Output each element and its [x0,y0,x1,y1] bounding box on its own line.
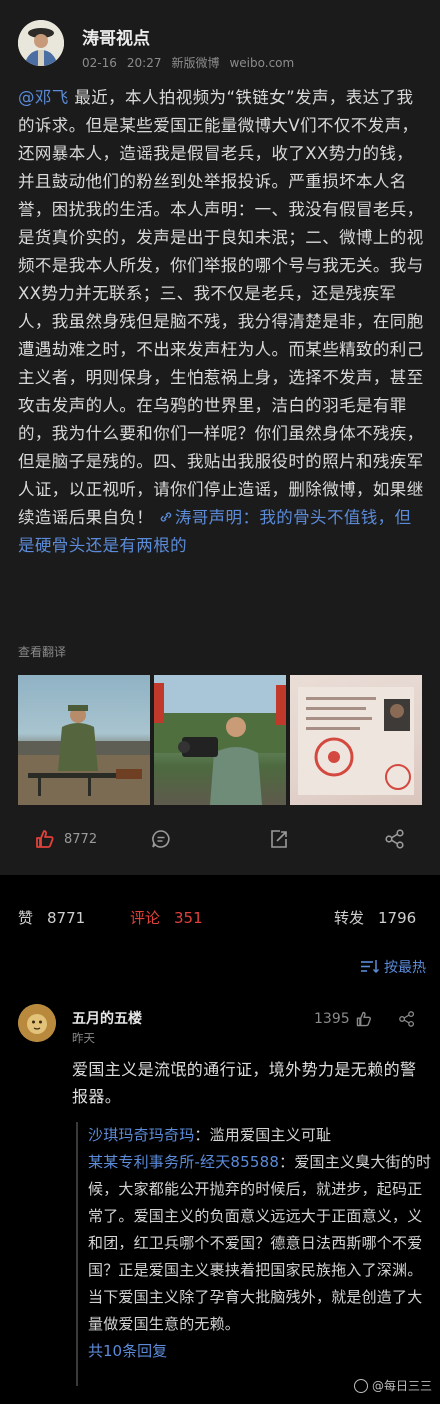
reply-author[interactable]: 沙琪玛奇玛奇玛 [88,1126,194,1144]
repost-button[interactable] [268,826,290,852]
action-bar: 8772 [0,820,440,860]
photo-grid [18,675,422,805]
more-replies-link[interactable]: 共10条回复 [88,1340,432,1361]
comment-button[interactable] [150,826,172,852]
translate-link[interactable]: 查看翻译 [18,643,66,660]
post-source: 新版微博 [171,56,220,70]
comments-label: 评论 [130,909,161,927]
post-meta: 02-16 20:27 新版微博 weibo.com [82,54,304,71]
watermark-text: @每日三三 [371,1379,432,1393]
comment-icon [152,830,170,848]
reply-author[interactable]: 某某专利事务所-经天85588 [88,1153,279,1171]
sort-icon [361,960,380,974]
share-button[interactable] [384,826,406,852]
sort-hot-button[interactable]: 按最热 [360,957,426,977]
comment-time: 昨天 [72,1031,95,1045]
post-date: 02-16 [82,56,117,70]
post-body-text: 最近，本人拍视频为“铁链女”发声，表达了我的诉求。但是某些爱国正能量微博大V们不… [18,88,424,527]
comment-share-button[interactable] [398,1010,416,1032]
commenter-avatar[interactable] [18,1004,56,1042]
comment-like-count: 1395 [314,1011,350,1027]
reply-text: ：滥用爱国主义可耻 [194,1126,332,1144]
weibo-post: 涛哥视点 02-16 20:27 新版微博 weibo.com @邓飞 最近，本人拍视… [0,0,440,875]
sort-label: 按最热 [384,960,426,976]
author-name[interactable]: 涛哥视点 [82,24,150,49]
comments-total: 351 [174,909,203,927]
lion-avatar-icon [18,1004,56,1042]
photo-disabled-veteran-certificate[interactable] [290,675,422,805]
mention-link[interactable]: @邓飞 [18,88,69,107]
commenter-name[interactable]: 五月的五楼 [72,1008,142,1028]
reply-list: 沙琪玛奇玛奇玛：滥用爱国主义可耻 某某专利事务所-经天85588：爱国主义臭大街… [76,1122,432,1386]
reply-text: ：爱国主义臭大街的时候，大家都能公开抛弃的时候后，就进步，起码正常了。爱国主义的… [88,1153,432,1333]
thumbs-up-icon [36,830,54,848]
tab-reposts[interactable]: 转发 1796 [334,907,416,928]
post-domain: weibo.com [229,56,295,70]
photo-man-with-camera[interactable] [154,675,286,805]
tab-likes[interactable]: 赞 8771 [18,907,85,928]
author-avatar[interactable] [18,20,64,66]
reply-item: 沙琪玛奇玛奇玛：滥用爱国主义可耻 [88,1122,432,1149]
post-time: 20:27 [126,56,162,70]
tab-comments[interactable]: 评论 351 [130,907,203,928]
share-icon [399,1011,415,1027]
thumbs-up-icon [356,1011,371,1027]
repost-icon [271,830,287,848]
like-count: 8772 [64,831,98,847]
photo-soldier-with-machine-gun[interactable] [18,675,150,805]
reply-item: 某某专利事务所-经天85588：爱国主义臭大街的时候，大家都能公开抛弃的时候后，… [88,1149,432,1338]
like-button[interactable]: 8772 [34,826,97,852]
reposts-total: 1796 [378,909,417,927]
watermark: @每日三三 [353,1377,432,1394]
likes-total: 8771 [47,909,86,927]
avatar-portrait-icon [18,20,64,66]
reposts-label: 转发 [334,909,365,927]
link-icon [160,512,172,522]
likes-label: 赞 [18,909,34,927]
weibo-logo-icon [353,1378,368,1393]
share-icon [385,829,404,849]
comment-like-button[interactable]: 1395 [314,1010,373,1028]
comment-text: 爱国主义是流氓的通行证，境外势力是无赖的警报器。 [72,1060,417,1106]
stats-bar: 赞 8771 评论 351 转发 1796 按最热 [0,875,440,976]
post-body: @邓飞 最近，本人拍视频为“铁链女”发声，表达了我的诉求。但是某些爱国正能量微博… [18,84,428,560]
